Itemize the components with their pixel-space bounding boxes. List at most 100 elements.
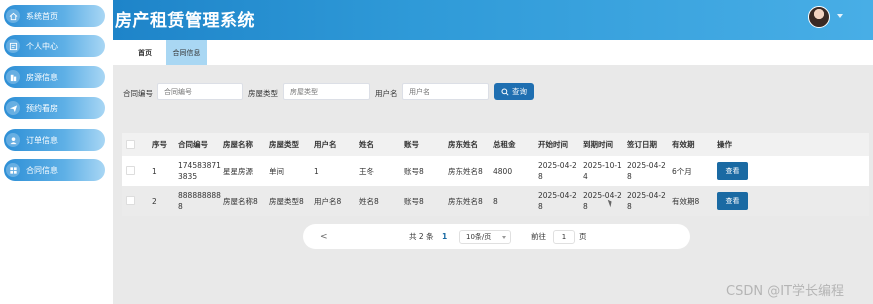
date-line: 2025-04-2 — [627, 161, 666, 170]
building-icon — [6, 70, 20, 84]
house-type-input[interactable] — [283, 83, 370, 100]
chevron-down-icon[interactable] — [837, 14, 843, 18]
column-header: 签订日期 — [627, 140, 657, 149]
table-row: 1 174583871 3835 星星房源 单间 1 王冬 账号8 房东姓名8 … — [122, 156, 869, 186]
send-icon — [6, 101, 20, 115]
app-title: 房产租赁管理系统 — [115, 11, 255, 31]
date-line: 8 — [538, 172, 543, 181]
page-unit-label: 页 — [579, 232, 587, 241]
search-button-label: 查询 — [512, 87, 527, 96]
sidebar-item-home[interactable]: 系统首页 — [4, 5, 105, 27]
sidebar: 系统首页 个人中心 房源信息 预约看房 订单信息 合同信息 — [0, 0, 113, 304]
contract-no-line: 3835 — [178, 172, 198, 181]
date-line: 8 — [583, 202, 588, 211]
contract-no-label: 合同编号 — [123, 89, 153, 98]
view-button[interactable]: 查看 — [717, 192, 748, 210]
sidebar-item-label: 系统首页 — [26, 11, 58, 21]
row-checkbox[interactable] — [126, 166, 135, 175]
house-type-cell: 单间 — [269, 166, 284, 176]
page-size-select[interactable]: 10条/页 — [459, 230, 511, 244]
sidebar-item-viewing[interactable]: 预约看房 — [4, 97, 105, 119]
column-header: 序号 — [152, 140, 167, 149]
house-name-cell: 星星房源 — [223, 166, 253, 176]
table-row: 2 888888888 8 房屋名称8 房屋类型8 用户名8 姓名8 账号8 房… — [122, 186, 869, 216]
house-type-label: 房屋类型 — [248, 89, 278, 98]
contract-no-line: 8 — [178, 202, 183, 211]
home-icon — [6, 9, 20, 23]
sidebar-item-label: 预约看房 — [26, 103, 58, 113]
landlord-cell: 房东姓名8 — [448, 196, 483, 206]
chevron-down-icon — [502, 236, 506, 239]
watermark: CSDN @IT学长编程 — [726, 284, 844, 299]
end-date-cell: 2025-04-2 8 — [583, 186, 622, 216]
row-index: 2 — [152, 196, 157, 206]
view-button[interactable]: 查看 — [717, 162, 748, 180]
contract-table: 序号 合同编号 房屋名称 房屋类型 用户名 姓名 账号 房东姓名 总租金 开始时… — [122, 133, 869, 216]
total-rent-cell: 8 — [493, 196, 498, 206]
validity-cell: 6个月 — [672, 166, 692, 176]
tab-home[interactable]: 首页 — [127, 40, 163, 65]
date-line: 8 — [627, 202, 632, 211]
sidebar-item-contracts[interactable]: 合同信息 — [4, 159, 105, 181]
contract-no-cell: 174583871 3835 — [178, 156, 221, 186]
column-header: 操作 — [717, 140, 732, 149]
sidebar-item-houses[interactable]: 房源信息 — [4, 66, 105, 88]
date-line: 2025-10-1 — [583, 161, 622, 170]
column-header: 有效期 — [672, 140, 695, 149]
column-header: 房屋名称 — [223, 140, 253, 149]
date-line: 8 — [538, 202, 543, 211]
prev-page-button[interactable]: < — [320, 224, 328, 249]
row-index: 1 — [152, 166, 157, 176]
signed-date-cell: 2025-04-2 8 — [627, 156, 666, 186]
contract-no-cell: 888888888 8 — [178, 186, 221, 216]
house-type-cell: 房屋类型8 — [269, 196, 304, 206]
user-icon — [6, 133, 20, 147]
search-button[interactable]: 查询 — [494, 83, 534, 100]
page-number-current[interactable]: 1 — [442, 224, 447, 249]
sidebar-item-label: 个人中心 — [26, 41, 58, 51]
select-all-checkbox[interactable] — [126, 140, 135, 149]
name-cell: 姓名8 — [359, 196, 379, 206]
house-name-cell: 房屋名称8 — [223, 196, 258, 206]
sidebar-item-profile[interactable]: 个人中心 — [4, 35, 105, 57]
column-header: 房屋类型 — [269, 140, 299, 149]
date-line: 2025-04-2 — [538, 191, 577, 200]
grid-icon — [6, 163, 20, 177]
contract-no-line: 174583871 — [178, 161, 221, 170]
avatar[interactable] — [808, 6, 830, 28]
column-header: 开始时间 — [538, 140, 568, 149]
sidebar-item-label: 房源信息 — [26, 72, 58, 82]
total-rent-cell: 4800 — [493, 166, 513, 176]
date-line: 4 — [583, 172, 588, 181]
column-header: 用户名 — [314, 140, 337, 149]
account-cell: 账号8 — [404, 166, 424, 176]
contract-no-line: 888888888 — [178, 191, 221, 200]
start-date-cell: 2025-04-2 8 — [538, 186, 577, 216]
top-header: 房产租赁管理系统 — [113, 0, 873, 40]
tab-contracts[interactable]: 合同信息 — [166, 40, 207, 65]
tab-bar: 首页 合同信息 — [113, 40, 873, 65]
date-line: 2025-04-2 — [583, 191, 622, 200]
profile-card-icon — [6, 39, 20, 53]
goto-label: 前往 — [531, 232, 546, 241]
pagination: < 共 2 条 1 10条/页 前往 1 页 — [303, 224, 690, 249]
goto-page-input[interactable]: 1 — [553, 230, 575, 244]
landlord-cell: 房东姓名8 — [448, 166, 483, 176]
row-checkbox[interactable] — [126, 196, 135, 205]
username-cell: 1 — [314, 166, 319, 176]
validity-cell: 有效期8 — [672, 196, 700, 206]
signed-date-cell: 2025-04-2 8 — [627, 186, 666, 216]
username-cell: 用户名8 — [314, 196, 342, 206]
start-date-cell: 2025-04-2 8 — [538, 156, 577, 186]
column-header: 姓名 — [359, 140, 374, 149]
account-cell: 账号8 — [404, 196, 424, 206]
table-header: 序号 合同编号 房屋名称 房屋类型 用户名 姓名 账号 房东姓名 总租金 开始时… — [122, 133, 869, 156]
username-input[interactable] — [402, 83, 489, 100]
date-line: 8 — [627, 172, 632, 181]
page-size-value: 10条/页 — [466, 233, 492, 241]
column-header: 合同编号 — [178, 140, 208, 149]
total-count: 共 2 条 — [409, 232, 434, 241]
end-date-cell: 2025-10-1 4 — [583, 156, 622, 186]
contract-no-input[interactable] — [157, 83, 243, 100]
sidebar-item-orders[interactable]: 订单信息 — [4, 129, 105, 151]
